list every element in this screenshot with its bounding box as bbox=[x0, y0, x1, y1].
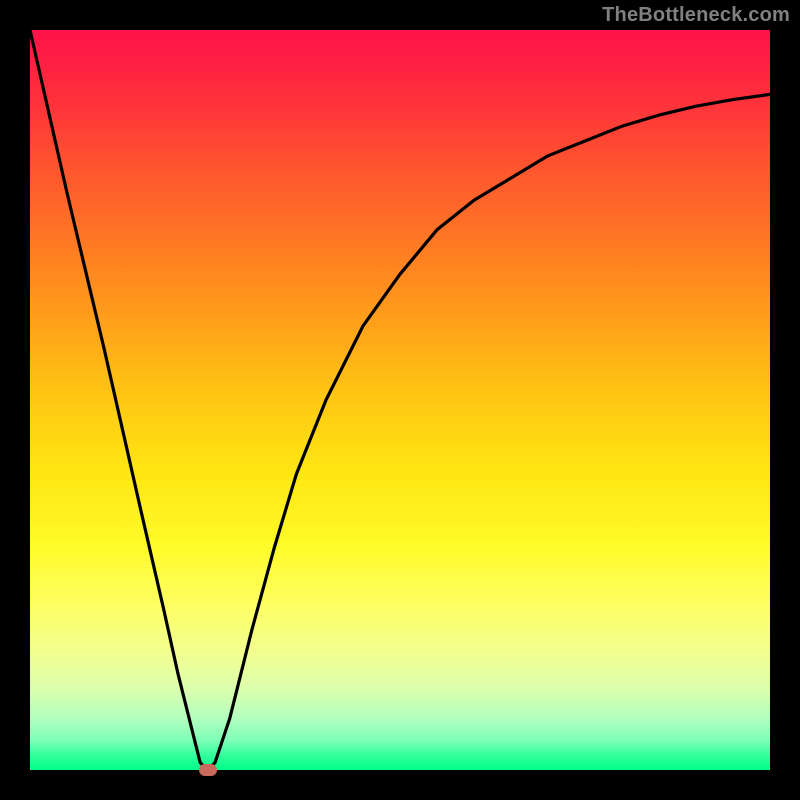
attribution-label: TheBottleneck.com bbox=[602, 4, 790, 27]
curve-path bbox=[30, 30, 770, 770]
curve-svg bbox=[30, 30, 770, 770]
chart-frame: TheBottleneck.com bbox=[0, 0, 800, 800]
minimum-marker bbox=[199, 764, 217, 776]
plot-area bbox=[30, 30, 770, 770]
